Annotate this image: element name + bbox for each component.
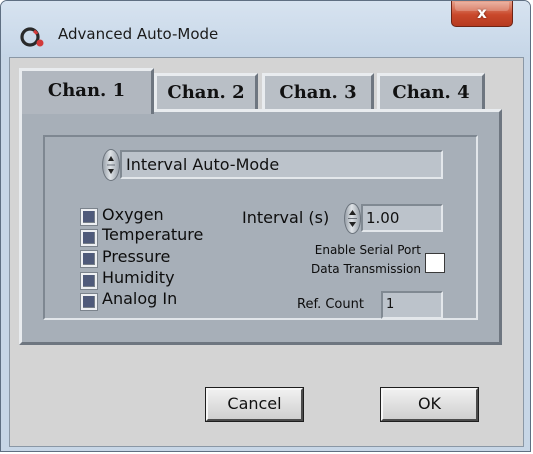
interval-spinner[interactable] [344,203,361,234]
tab-chan-3[interactable]: Chan. 3 [262,73,374,111]
spinner-arrows-icon [107,156,115,174]
temperature-checkbox[interactable] [80,229,98,247]
settings-group: Interval Auto-Mode Oxygen Temperature Pr… [43,135,478,320]
cancel-button[interactable]: Cancel [205,387,304,422]
pressure-checkbox[interactable] [80,250,98,268]
ok-button[interactable]: OK [380,387,479,422]
tab-chan-4[interactable]: Chan. 4 [377,73,485,111]
dialog-client-area: Chan. 1 Chan. 2 Chan. 3 Chan. 4 Interval… [9,57,524,447]
humidity-label: Humidity [102,268,175,287]
ref-count-label: Ref. Count [297,297,364,312]
channel-tabs: Chan. 1 Chan. 2 Chan. 3 Chan. 4 [10,58,523,114]
analog-in-label: Analog In [102,289,178,308]
pressure-label: Pressure [102,247,171,266]
serial-transmission-checkbox[interactable] [425,253,445,273]
close-button[interactable]: x [451,1,513,27]
serial-label-line2: Data Transmission [311,262,421,276]
humidity-checkbox[interactable] [80,272,98,290]
oxygen-checkbox[interactable] [80,208,98,226]
dialog-window: Advanced Auto-Mode x Chan. 1 Chan. 2 Cha… [0,0,531,452]
temperature-label: Temperature [102,225,204,244]
tab-panel-chan-1: Interval Auto-Mode Oxygen Temperature Pr… [19,109,502,345]
window-title: Advanced Auto-Mode [58,25,219,43]
interval-input[interactable]: 1.00 [361,204,443,232]
spinner-arrows-icon [348,210,357,227]
interval-label: Interval (s) [242,208,330,227]
close-icon: x [477,4,487,22]
ref-count-input[interactable]: 1 [381,291,443,319]
mode-spinner[interactable] [102,149,120,181]
tab-chan-1[interactable]: Chan. 1 [19,68,154,114]
title-bar[interactable]: Advanced Auto-Mode x [1,1,530,57]
analog-in-checkbox[interactable] [80,293,98,311]
tab-chan-2[interactable]: Chan. 2 [154,73,258,111]
mode-select-field[interactable]: Interval Auto-Mode [120,150,443,179]
serial-label-line1: Enable Serial Port [314,243,421,257]
o2-app-icon [20,27,44,47]
oxygen-label: Oxygen [102,205,164,224]
